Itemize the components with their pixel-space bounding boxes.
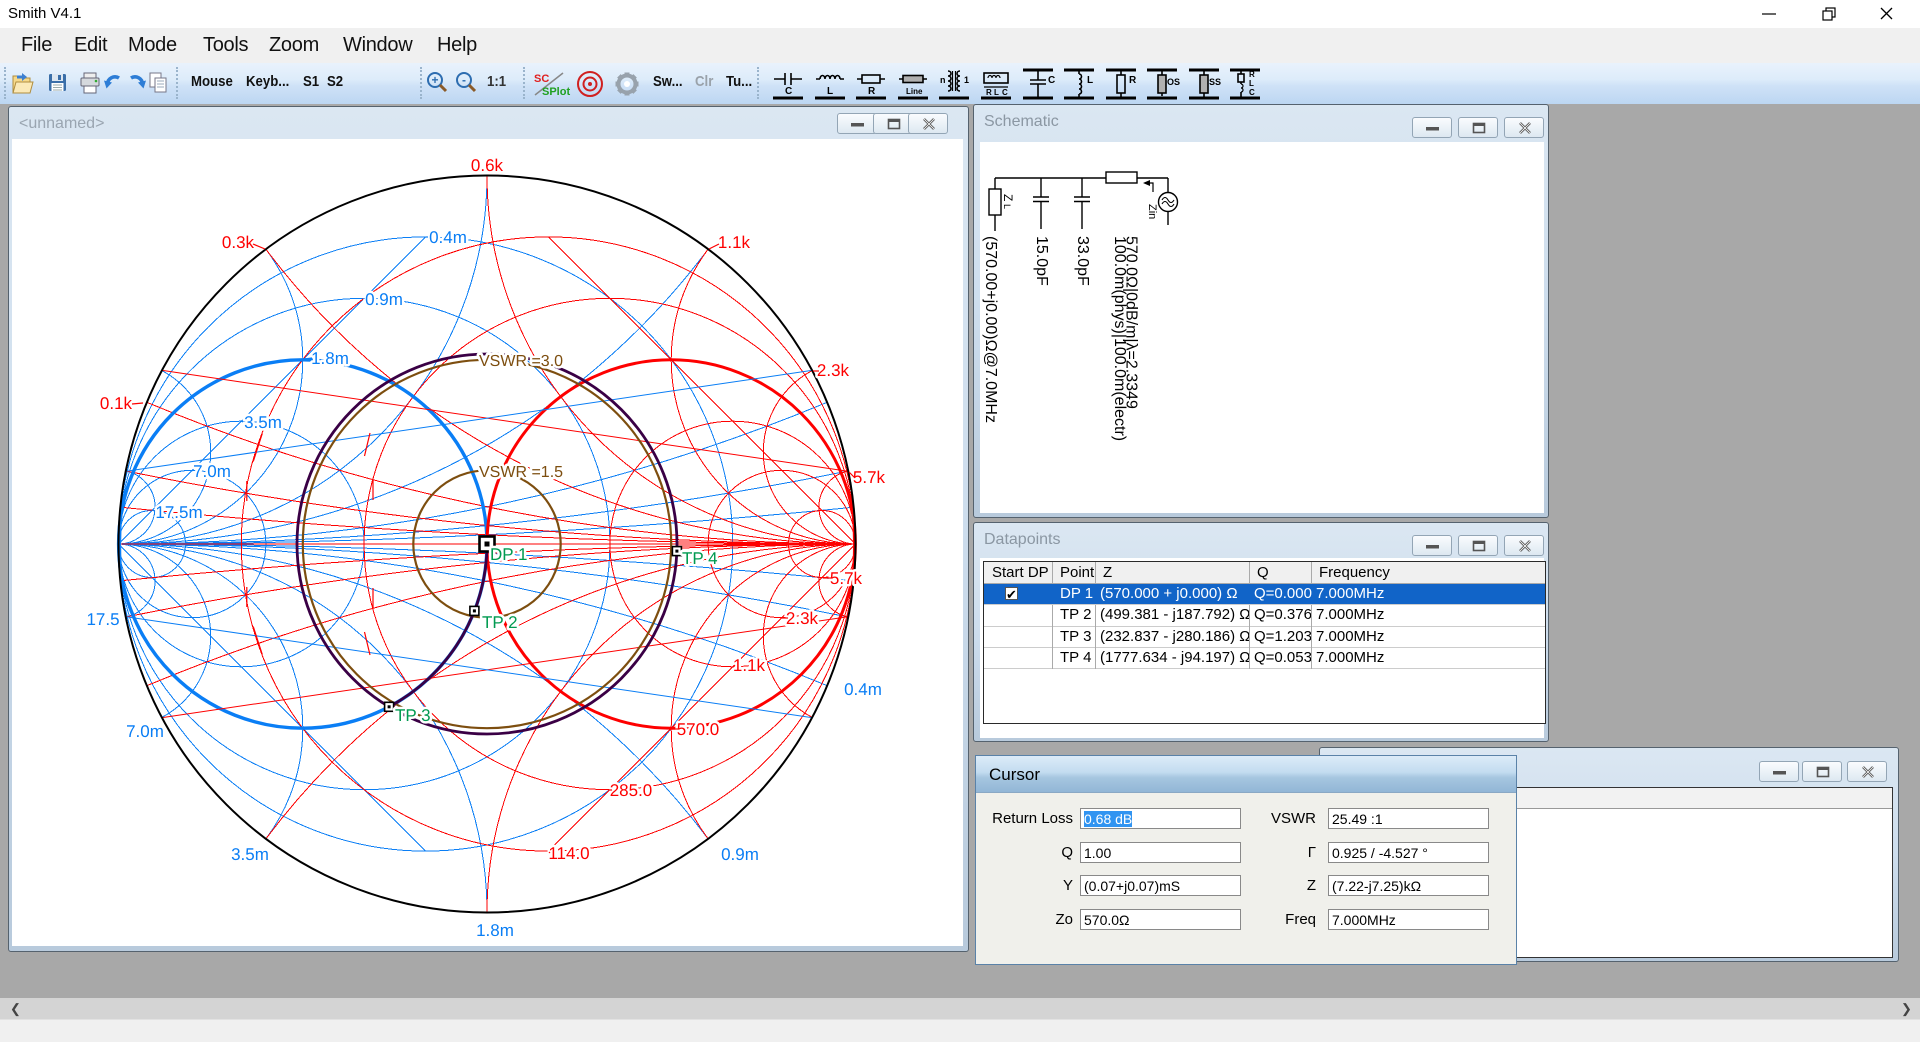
svg-text:+: + [431, 73, 438, 87]
svg-text:7.0m: 7.0m [193, 462, 231, 481]
svg-text:33.0pF: 33.0pF [1074, 236, 1091, 286]
svg-text:L: L [994, 88, 999, 97]
svg-text:n: n [940, 75, 946, 85]
svg-text:SPlot: SPlot [542, 86, 570, 98]
svg-text:1: 1 [964, 75, 969, 85]
svg-text:Zin: Zin [1146, 204, 1158, 219]
svg-text:3.5m: 3.5m [244, 413, 282, 432]
svg-text:L: L [1087, 75, 1093, 86]
svg-text:0.6k: 0.6k [471, 156, 504, 175]
svg-text:C: C [1249, 88, 1255, 97]
svg-text:TP 2: TP 2 [482, 613, 518, 632]
svg-text:570.0: 570.0 [677, 720, 720, 739]
svg-text:17.5m: 17.5m [155, 503, 202, 522]
svg-text:114.0: 114.0 [548, 844, 589, 863]
svg-text:0.1k: 0.1k [100, 394, 133, 413]
svg-text:-: - [462, 73, 466, 87]
svg-text:R: R [868, 86, 876, 97]
svg-text:285.0: 285.0 [610, 781, 653, 800]
svg-text:1.8m: 1.8m [476, 921, 514, 940]
svg-text:TP 4: TP 4 [682, 549, 718, 568]
svg-text:2.3k: 2.3k [817, 361, 850, 380]
svg-text:VSWR =1.5: VSWR =1.5 [479, 464, 563, 481]
svg-text:C: C [785, 86, 792, 97]
svg-text:1.1k: 1.1k [718, 233, 751, 252]
svg-text:2.3k: 2.3k [786, 609, 819, 628]
svg-text:0.4m: 0.4m [844, 680, 882, 699]
svg-text:1.8m: 1.8m [311, 349, 349, 368]
svg-text:5.7k: 5.7k [853, 468, 886, 487]
svg-text:C: C [1048, 75, 1055, 86]
svg-text:(570.00+j0.00)Ω@7.0MHz: (570.00+j0.00)Ω@7.0MHz [982, 236, 999, 423]
svg-text:TP 3: TP 3 [395, 706, 431, 725]
svg-text:1.1k: 1.1k [733, 656, 766, 675]
svg-text:R: R [986, 88, 992, 97]
svg-text:0.9m: 0.9m [365, 290, 403, 309]
svg-text:15.0pF: 15.0pF [1033, 236, 1050, 286]
svg-text:570.0Ω|0dB/m|λ=2.3349: 570.0Ω|0dB/m|λ=2.3349 [1123, 236, 1140, 409]
svg-text:SC: SC [534, 73, 549, 85]
svg-text:17.5: 17.5 [86, 610, 119, 629]
svg-text:VSWR =3.0: VSWR =3.0 [479, 353, 563, 370]
svg-text:SS: SS [1209, 77, 1221, 87]
svg-text:DP 1: DP 1 [490, 545, 528, 564]
svg-text:0.4m: 0.4m [429, 228, 467, 247]
svg-text:C: C [1002, 88, 1008, 97]
svg-text:L: L [827, 86, 833, 97]
svg-text:R: R [1129, 75, 1137, 86]
svg-text:0.9m: 0.9m [721, 845, 759, 864]
svg-text:0.3k: 0.3k [222, 233, 255, 252]
svg-text:L: L [1002, 204, 1012, 209]
svg-text:Z: Z [1001, 194, 1015, 201]
svg-text:OS: OS [1167, 77, 1180, 87]
svg-text:Line: Line [906, 87, 923, 96]
svg-text:3.5m: 3.5m [231, 845, 269, 864]
svg-text:L: L [1249, 79, 1254, 88]
svg-text:7.0m: 7.0m [126, 722, 164, 741]
svg-text:5.7k: 5.7k [830, 569, 863, 588]
svg-text:R: R [1249, 70, 1255, 79]
